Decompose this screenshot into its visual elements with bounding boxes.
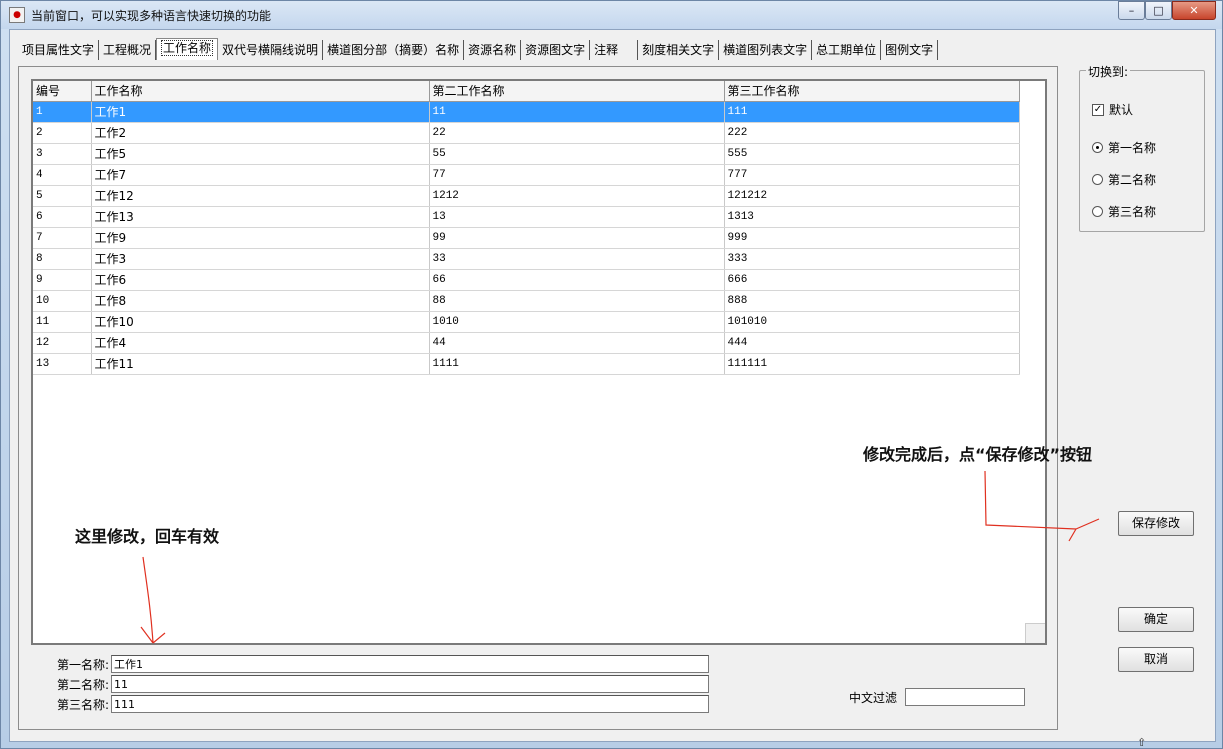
save-hint-arrow xyxy=(984,470,1100,542)
annotation-arrows xyxy=(140,470,1100,644)
resize-grip-icon[interactable]: ⇧ xyxy=(1137,736,1146,749)
edit-hint-arrow xyxy=(140,556,166,644)
main-window: ● 当前窗口，可以实现多种语言快速切换的功能 – □ ✕ 项目属性文字 工程概况… xyxy=(0,0,1223,749)
